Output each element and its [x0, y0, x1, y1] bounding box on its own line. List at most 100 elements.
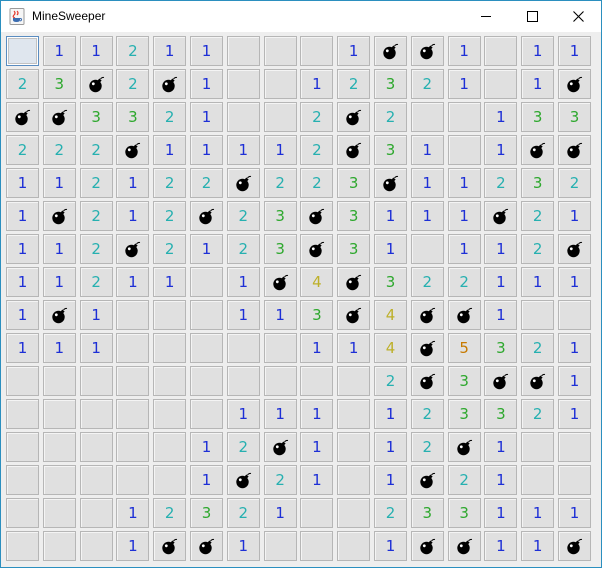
mine-cell[interactable]	[521, 366, 555, 396]
empty-cell[interactable]	[226, 69, 260, 99]
empty-cell[interactable]	[42, 498, 76, 528]
mine-cell[interactable]	[42, 201, 76, 231]
mine-cell[interactable]	[116, 135, 150, 165]
mine-cell[interactable]	[337, 300, 371, 330]
number-cell[interactable]: 2	[447, 465, 481, 495]
number-cell[interactable]: 2	[6, 135, 39, 165]
empty-cell[interactable]	[337, 531, 371, 561]
empty-cell[interactable]	[484, 69, 518, 99]
number-cell[interactable]: 2	[263, 465, 297, 495]
number-cell[interactable]: 3	[42, 69, 76, 99]
number-cell[interactable]: 3	[263, 234, 297, 264]
empty-cell[interactable]	[410, 102, 444, 132]
empty-cell[interactable]	[116, 366, 150, 396]
number-cell[interactable]: 1	[447, 36, 481, 66]
empty-cell[interactable]	[116, 465, 150, 495]
mine-cell[interactable]	[410, 36, 444, 66]
empty-cell[interactable]	[263, 531, 297, 561]
number-cell[interactable]: 1	[226, 531, 260, 561]
mine-cell[interactable]	[337, 102, 371, 132]
number-cell[interactable]: 2	[226, 432, 260, 462]
number-cell[interactable]: 2	[447, 267, 481, 297]
number-cell[interactable]: 1	[300, 333, 334, 363]
number-cell[interactable]: 1	[190, 234, 223, 264]
number-cell[interactable]: 3	[484, 399, 518, 429]
number-cell[interactable]: 2	[226, 201, 260, 231]
empty-cell[interactable]	[521, 432, 555, 462]
number-cell[interactable]: 1	[153, 267, 187, 297]
empty-cell[interactable]	[558, 300, 591, 330]
empty-cell[interactable]	[447, 102, 481, 132]
number-cell[interactable]: 3	[263, 201, 297, 231]
mine-cell[interactable]	[447, 531, 481, 561]
empty-cell[interactable]	[558, 432, 591, 462]
number-cell[interactable]: 2	[116, 36, 150, 66]
empty-cell[interactable]	[190, 399, 223, 429]
number-cell[interactable]: 1	[521, 36, 555, 66]
number-cell[interactable]: 3	[558, 102, 591, 132]
empty-cell[interactable]	[116, 432, 150, 462]
mine-cell[interactable]	[447, 300, 481, 330]
number-cell[interactable]: 2	[263, 168, 297, 198]
number-cell[interactable]: 2	[300, 168, 334, 198]
number-cell[interactable]: 1	[410, 201, 444, 231]
empty-cell[interactable]	[153, 432, 187, 462]
empty-cell[interactable]	[300, 531, 334, 561]
number-cell[interactable]: 2	[521, 234, 555, 264]
empty-cell[interactable]	[300, 498, 334, 528]
empty-cell[interactable]	[263, 102, 297, 132]
number-cell[interactable]: 1	[558, 498, 591, 528]
empty-cell[interactable]	[116, 300, 150, 330]
number-cell[interactable]: 1	[42, 333, 76, 363]
empty-cell[interactable]	[42, 531, 76, 561]
number-cell[interactable]: 1	[6, 300, 39, 330]
empty-cell[interactable]	[6, 399, 39, 429]
number-cell[interactable]: 1	[484, 300, 518, 330]
number-cell[interactable]: 2	[374, 366, 407, 396]
number-cell[interactable]: 2	[79, 135, 113, 165]
maximize-button[interactable]	[509, 1, 555, 32]
empty-cell[interactable]	[79, 498, 113, 528]
empty-cell[interactable]	[410, 234, 444, 264]
empty-cell[interactable]	[42, 366, 76, 396]
mine-cell[interactable]	[263, 432, 297, 462]
number-cell[interactable]: 1	[226, 399, 260, 429]
empty-cell[interactable]	[153, 300, 187, 330]
number-cell[interactable]: 2	[190, 168, 223, 198]
number-cell[interactable]: 3	[484, 333, 518, 363]
empty-cell[interactable]	[190, 300, 223, 330]
number-cell[interactable]: 2	[79, 168, 113, 198]
number-cell[interactable]: 1	[116, 168, 150, 198]
number-cell[interactable]: 1	[300, 432, 334, 462]
number-cell[interactable]: 1	[374, 234, 407, 264]
number-cell[interactable]: 2	[116, 69, 150, 99]
number-cell[interactable]: 1	[79, 36, 113, 66]
number-cell[interactable]: 1	[337, 36, 371, 66]
number-cell[interactable]: 2	[484, 168, 518, 198]
empty-cell[interactable]	[116, 399, 150, 429]
minimize-button[interactable]	[463, 1, 509, 32]
empty-cell[interactable]	[153, 465, 187, 495]
number-cell[interactable]: 1	[447, 69, 481, 99]
number-cell[interactable]: 1	[6, 201, 39, 231]
empty-cell[interactable]	[337, 366, 371, 396]
number-cell[interactable]: 2	[521, 201, 555, 231]
number-cell[interactable]: 1	[374, 531, 407, 561]
number-cell[interactable]: 1	[447, 234, 481, 264]
number-cell[interactable]: 2	[410, 267, 444, 297]
number-cell[interactable]: 1	[521, 69, 555, 99]
number-cell[interactable]: 1	[263, 135, 297, 165]
number-cell[interactable]: 3	[79, 102, 113, 132]
number-cell[interactable]: 1	[484, 498, 518, 528]
mine-cell[interactable]	[226, 168, 260, 198]
number-cell[interactable]: 2	[153, 234, 187, 264]
mine-cell[interactable]	[410, 366, 444, 396]
number-cell[interactable]: 3	[190, 498, 223, 528]
number-cell[interactable]: 2	[300, 135, 334, 165]
number-cell[interactable]: 1	[6, 333, 39, 363]
mine-cell[interactable]	[410, 300, 444, 330]
mine-cell[interactable]	[42, 102, 76, 132]
number-cell[interactable]: 1	[153, 36, 187, 66]
number-cell[interactable]: 1	[116, 267, 150, 297]
mine-cell[interactable]	[153, 69, 187, 99]
